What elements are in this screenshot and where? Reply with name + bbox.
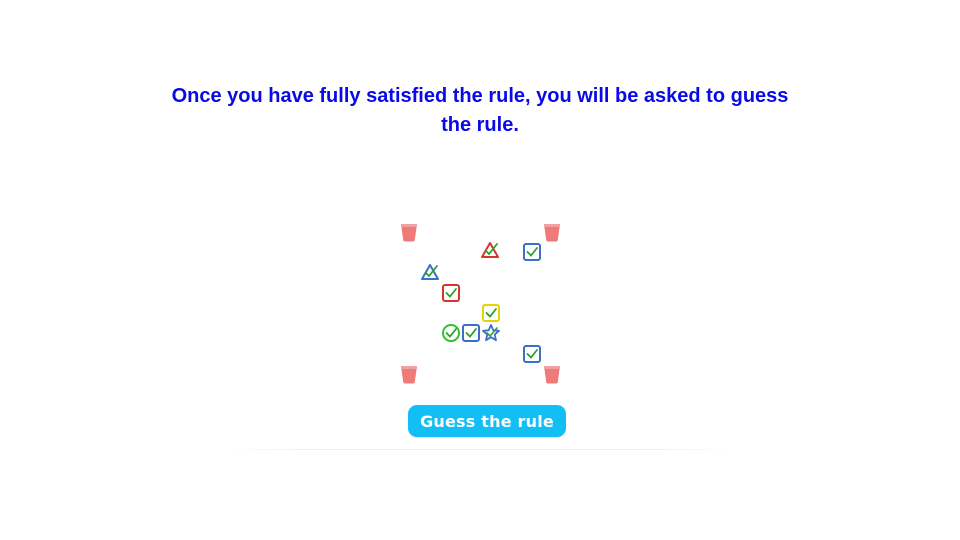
game-piece[interactable] (441, 323, 461, 343)
red-square-icon (442, 284, 460, 302)
instruction-line-1: Once you have fully satisfied the rule, … (171, 85, 789, 107)
game-board (394, 216, 570, 392)
game-piece[interactable] (481, 303, 501, 323)
game-piece[interactable] (480, 240, 500, 260)
guess-the-rule-button[interactable]: Guess the rule (408, 405, 566, 437)
instruction-line-2: the rule. (441, 114, 519, 136)
blue-star-icon (482, 324, 500, 342)
game-piece[interactable] (522, 344, 542, 364)
blue-square-icon (523, 345, 541, 363)
instruction-text: Once you have fully satisfied the rule, … (140, 82, 820, 140)
bucket-bottom-right[interactable] (543, 364, 561, 384)
bucket-icon (401, 366, 417, 384)
game-piece[interactable] (420, 262, 440, 282)
bucket-bottom-left[interactable] (400, 364, 418, 384)
bucket-top-right[interactable] (543, 222, 561, 242)
game-piece[interactable] (522, 242, 542, 262)
bucket-top-left[interactable] (400, 222, 418, 242)
yellow-square-icon (482, 304, 500, 322)
red-triangle-icon (481, 242, 499, 258)
blue-square-icon (523, 243, 541, 261)
green-circle-icon (442, 324, 460, 342)
bucket-icon (544, 366, 560, 384)
bucket-icon (544, 224, 560, 242)
game-piece[interactable] (461, 323, 481, 343)
blue-square-icon (462, 324, 480, 342)
blue-triangle-icon (421, 264, 439, 280)
game-piece[interactable] (481, 323, 501, 343)
bucket-icon (401, 224, 417, 242)
game-piece[interactable] (441, 283, 461, 303)
divider (225, 449, 735, 450)
